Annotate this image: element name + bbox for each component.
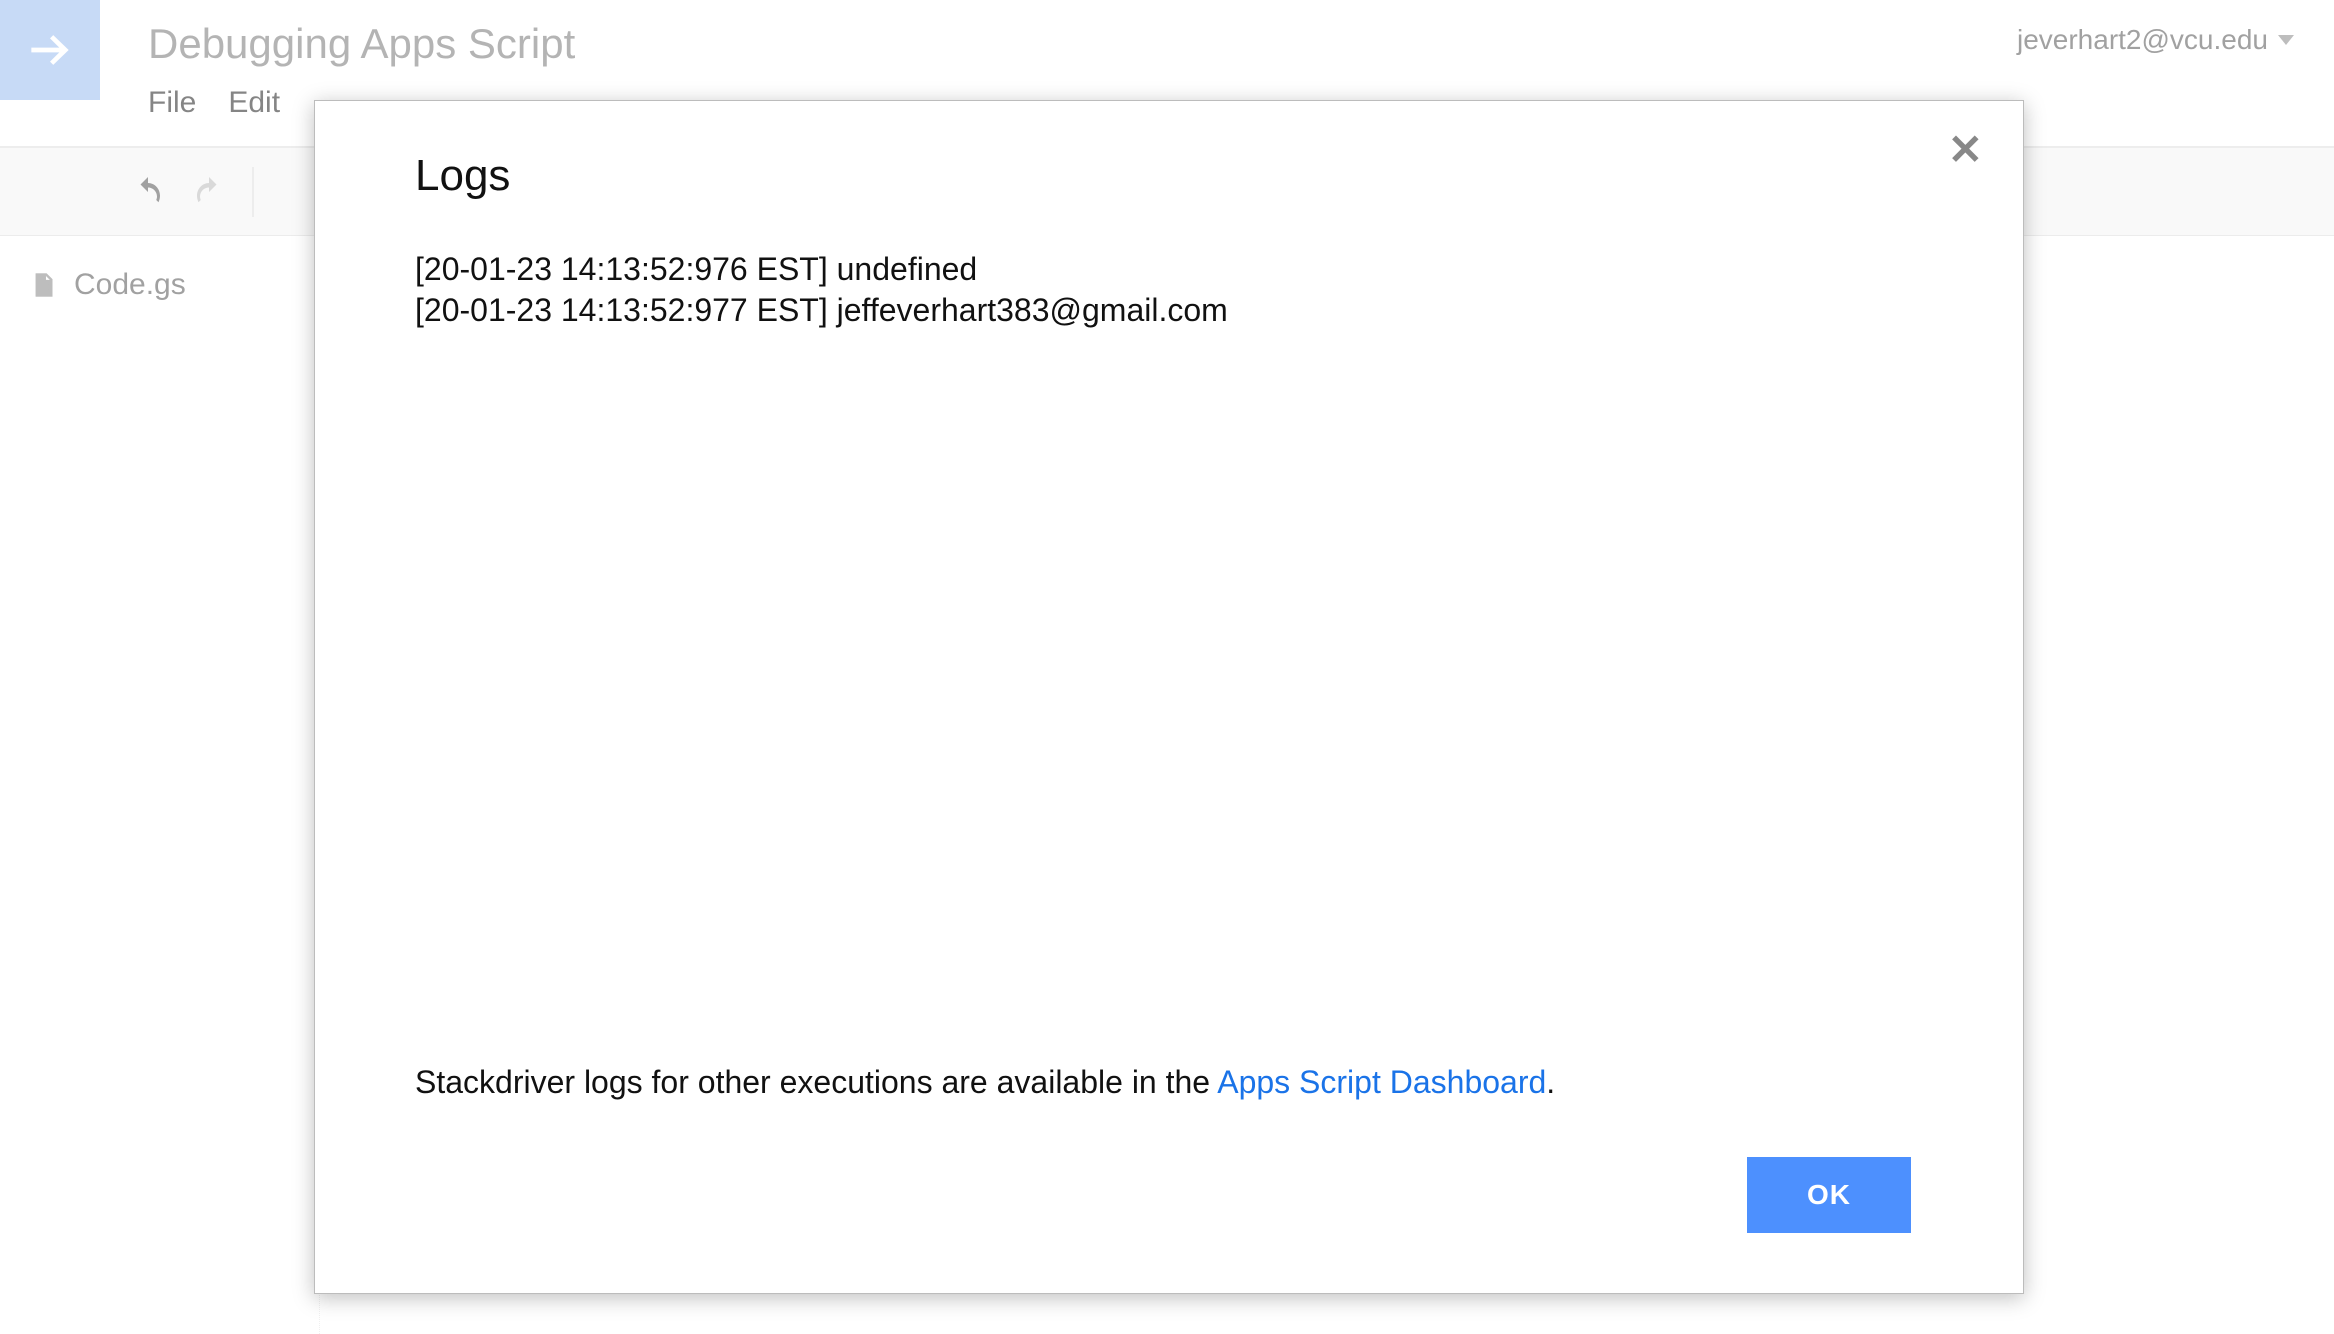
file-sidebar: Code.gs [0,236,320,1334]
arrow-right-icon [22,22,78,78]
modal-actions: OK [415,1157,1923,1233]
redo-icon[interactable] [191,174,227,210]
close-icon[interactable]: ✕ [1948,129,1983,171]
chevron-down-icon [2278,35,2294,45]
footer-prefix: Stackdriver logs for other executions ar… [415,1064,1217,1100]
file-item[interactable]: Code.gs [0,260,319,310]
apps-script-dashboard-link[interactable]: Apps Script Dashboard [1217,1064,1546,1100]
file-name: Code.gs [74,268,186,302]
log-output: [20-01-23 14:13:52:976 EST] undefined [2… [415,249,1923,1064]
menu-edit[interactable]: Edit [228,86,280,120]
user-account-menu[interactable]: jeverhart2@vcu.edu [2017,24,2294,56]
apps-script-logo [0,0,100,100]
modal-title: Logs [415,151,1923,201]
log-line: [20-01-23 14:13:52:976 EST] undefined [415,249,1923,290]
log-line: [20-01-23 14:13:52:977 EST] jeffeverhart… [415,290,1923,331]
undo-icon[interactable] [130,174,166,210]
modal-footer-text: Stackdriver logs for other executions ar… [415,1064,1923,1101]
menu-file[interactable]: File [148,86,196,120]
project-title[interactable]: Debugging Apps Script [148,20,2334,68]
logs-modal: ✕ Logs [20-01-23 14:13:52:976 EST] undef… [314,100,2024,1294]
toolbar-divider [252,167,254,217]
footer-suffix: . [1546,1064,1555,1100]
ok-button[interactable]: OK [1747,1157,1911,1233]
user-email: jeverhart2@vcu.edu [2017,24,2268,56]
file-icon [30,270,56,300]
